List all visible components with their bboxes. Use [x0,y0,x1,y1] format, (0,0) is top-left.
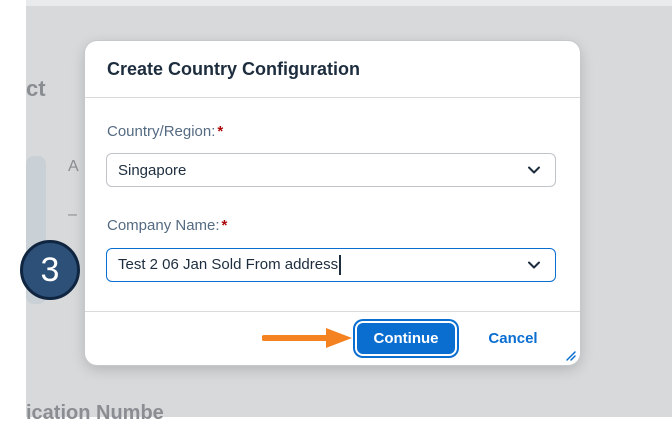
company-name-text: Test 2 06 Jan Sold From address [118,255,339,273]
dialog-header: Create Country Configuration [85,41,580,98]
country-region-value: Singapore [118,161,187,179]
country-region-label-text: Country/Region: [107,123,216,140]
continue-button[interactable]: Continue [355,321,457,356]
country-region-label: Country/Region: * [107,123,223,140]
background-heading: ct [26,76,46,101]
cancel-button[interactable]: Cancel [470,321,556,356]
background-dash: – [68,206,77,223]
required-marker: * [217,123,224,140]
country-region-select[interactable]: Singapore [106,153,556,187]
chevron-down-icon[interactable] [527,163,541,177]
chevron-down-icon[interactable] [527,258,541,272]
step-number-badge: 3 [20,240,80,300]
text-cursor [339,255,341,275]
background-label: A [68,158,79,175]
arrow-right-icon [262,328,352,348]
background-top-bar [26,0,672,6]
company-name-combobox[interactable]: Test 2 06 Jan Sold From address [106,248,556,282]
resize-handle-icon[interactable] [564,349,576,361]
company-name-value[interactable]: Test 2 06 Jan Sold From address [118,255,341,275]
create-country-configuration-dialog: Create Country Configuration Country/Reg… [85,41,580,365]
dialog-title: Create Country Configuration [107,58,361,79]
company-name-label-text: Company Name: [107,217,220,234]
background-section-title: ication Numbe [26,402,164,424]
required-marker: * [221,217,228,234]
company-name-label: Company Name: * [107,217,227,234]
